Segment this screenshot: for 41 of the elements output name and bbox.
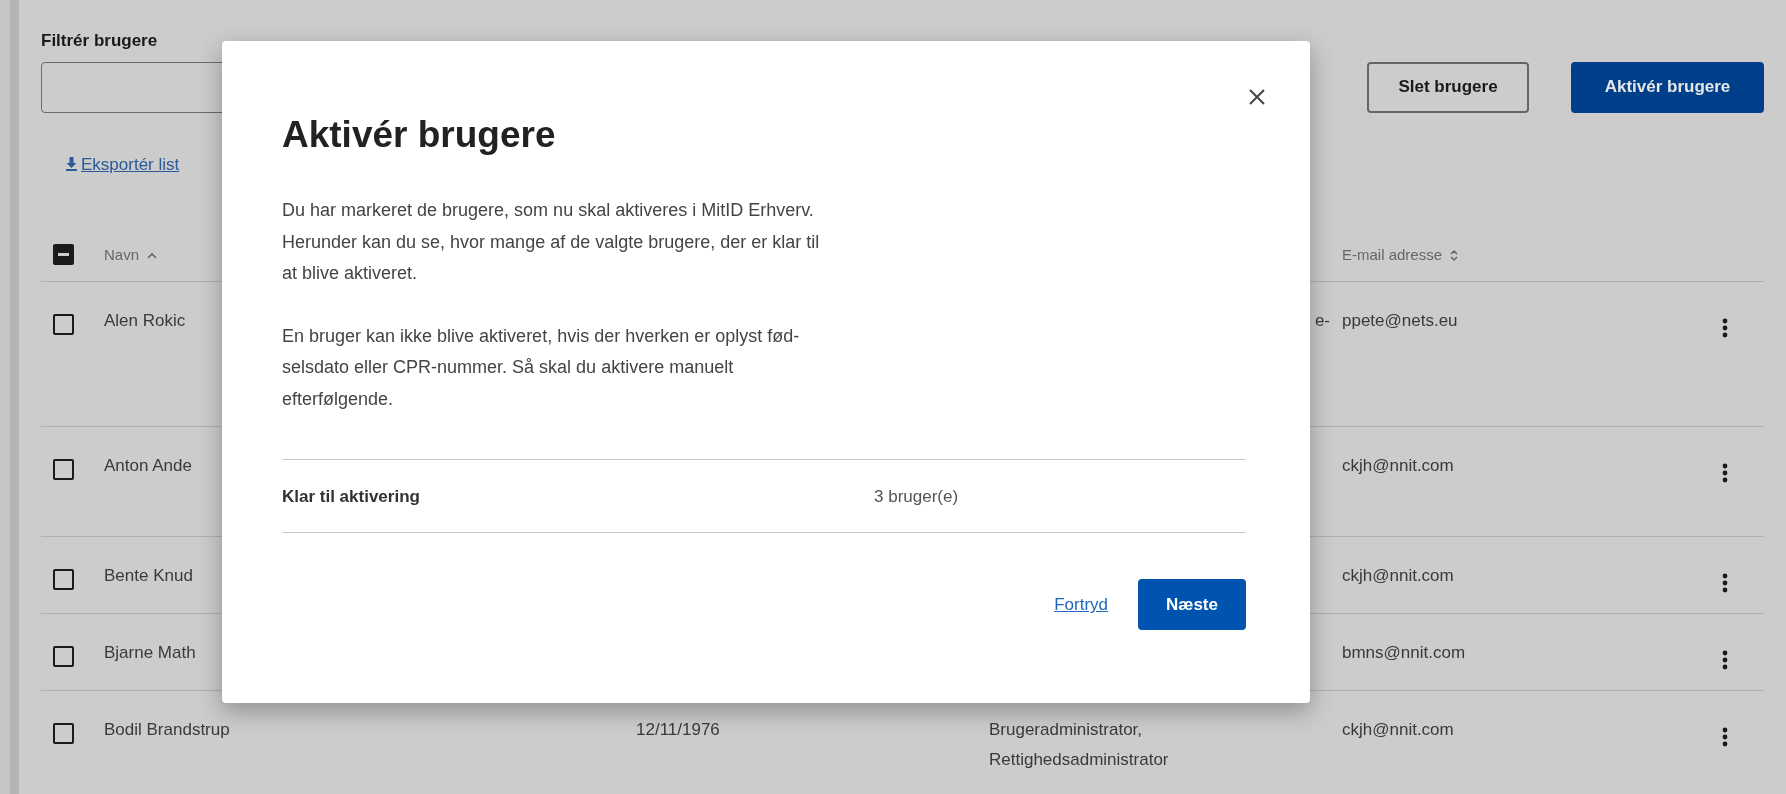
more-options-icon[interactable] xyxy=(1722,317,1728,338)
roles-cell: Brugeradministrator, Rettighedsadministrator xyxy=(989,720,1169,769)
name-cell: Anton Ande xyxy=(104,456,192,475)
row-checkbox[interactable] xyxy=(53,723,74,744)
select-all-checkbox[interactable] xyxy=(53,244,74,265)
close-icon xyxy=(1248,87,1266,106)
roles-cell: e- xyxy=(1314,311,1330,330)
export-link[interactable]: Eksportér list xyxy=(81,151,180,177)
birth-date-cell: 12/11/1976 xyxy=(636,720,720,739)
email-cell: ckjh@nnit.com xyxy=(1342,456,1454,475)
column-header[interactable]: E-mail adresse xyxy=(1342,244,1443,267)
row-checkbox[interactable] xyxy=(53,314,74,335)
sort-icon[interactable] xyxy=(1450,248,1459,262)
summary-label: Klar til aktivering xyxy=(282,485,421,508)
more-options-icon[interactable] xyxy=(1722,462,1728,483)
dialog-text: Du har markeret de brugere, som nu skal aktiveres i MitID Erhverv. Herunder kan du se, hvor mange af de valgte brugere, der er klar til at blive aktiveret. xyxy=(282,199,821,286)
email-cell: ckjh@nnit.com xyxy=(1342,566,1454,585)
dialog-text: En bruger kan ikke blive aktiveret, hvis der hverken er oplyst fød- selsdato eller CPR-nummer. Så skal du aktivere manuelt efterfølgende. xyxy=(282,324,801,411)
more-options-icon[interactable] xyxy=(1722,572,1728,593)
more-options-icon[interactable] xyxy=(1722,649,1728,670)
name-cell: Bjarne Math xyxy=(104,643,196,662)
name-cell: Bodil Brandstrup xyxy=(104,720,230,739)
name-cell: Bente Knud xyxy=(104,566,193,585)
email-cell: ppete@nets.eu xyxy=(1342,311,1458,330)
activate-users-button[interactable]: Aktivér brugere xyxy=(1571,61,1764,113)
column-header[interactable]: Navn xyxy=(104,244,140,267)
dialog-title: Aktivér brugere xyxy=(282,113,557,157)
cancel-link[interactable]: Fortryd xyxy=(1054,592,1108,618)
row-checkbox[interactable] xyxy=(53,569,74,590)
email-cell: ckjh@nnit.com xyxy=(1342,720,1454,739)
summary-value: 3 bruger(e) xyxy=(874,485,959,508)
next-button[interactable]: Næste xyxy=(1138,579,1246,631)
row-checkbox[interactable] xyxy=(53,459,74,480)
email-cell: bmns@nnit.com xyxy=(1342,643,1466,662)
delete-users-button[interactable]: Slet brugere xyxy=(1367,61,1529,113)
filter-label: Filtrér brugere xyxy=(41,30,159,52)
name-cell: Alen Rokic xyxy=(104,311,186,330)
more-options-icon[interactable] xyxy=(1722,726,1728,747)
sort-ascending-icon[interactable] xyxy=(147,251,158,259)
download-icon xyxy=(66,157,77,172)
row-checkbox[interactable] xyxy=(53,646,74,667)
